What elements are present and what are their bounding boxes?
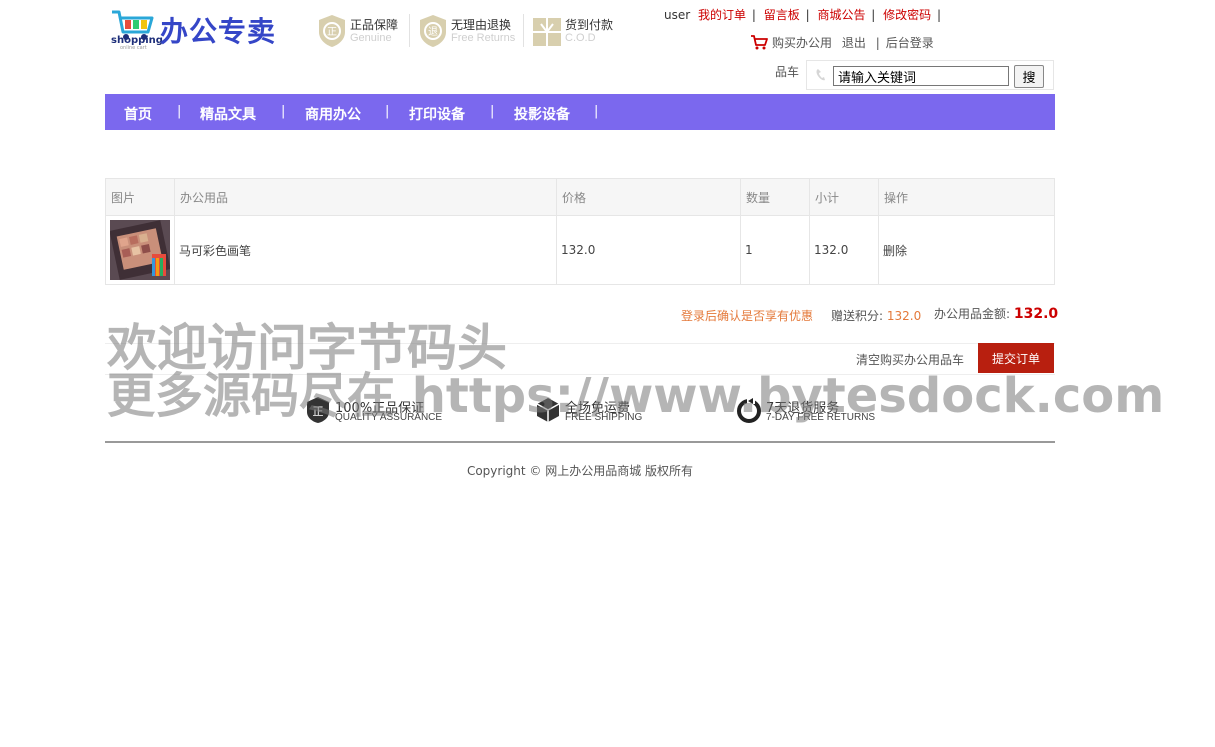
phone-icon: [816, 69, 825, 81]
link-separator: |: [875, 36, 880, 50]
copyright-text: Copyright © 网上办公用品商城 版权所有: [466, 464, 694, 478]
guarantee-subtitle: Free Returns: [451, 32, 516, 44]
product-quantity: 1: [740, 215, 810, 285]
search-input[interactable]: [833, 66, 1009, 86]
guarantee-genuine: 正 正品保障 Genuine: [317, 14, 407, 48]
cart-line: 购买办公用 退出 | 后台登录: [750, 34, 934, 51]
service-quality: 正 100%正品保证 QUALITY ASSURANCE: [305, 396, 455, 424]
guarantee-cod: 货到付款 C.O.D: [532, 14, 622, 48]
cod-badge-icon: [533, 18, 561, 46]
link-separator: |: [871, 8, 876, 22]
clear-cart-link[interactable]: 清空购买办公用品车: [856, 351, 964, 368]
table-row: 马可彩色画笔 132.0 1 132.0 删除: [105, 215, 1055, 285]
points-value: 132.0: [886, 309, 922, 323]
link-separator: |: [937, 8, 942, 22]
product-image-cell: [105, 215, 175, 285]
col-header-item: 办公用品: [174, 178, 557, 216]
cart-link[interactable]: 购买办公用: [772, 36, 832, 50]
main-nav: 首页 | 精品文具 | 商用办公 | 打印设备 | 投影设备 |: [105, 94, 1055, 130]
cart-table: 图片 办公用品 价格 数量 小计 操作 马可彩色画笔 132.0 1 132.0…: [105, 178, 1055, 285]
login-hint-text[interactable]: 登录后确认是否享有优惠: [681, 309, 813, 323]
total-label: 办公用品金额:: [934, 307, 1011, 321]
top-links: user 我的订单 | 留言板 | 商城公告 | 修改密码 |: [664, 6, 945, 23]
message-board-link[interactable]: 留言板: [764, 8, 800, 22]
cart-icon: [751, 35, 768, 50]
nav-separator: |: [594, 104, 599, 119]
login-discount-hint[interactable]: 登录后确认是否享有优惠: [681, 307, 813, 324]
guarantee-subtitle: Genuine: [350, 32, 392, 44]
user-name: user: [664, 8, 691, 22]
service-returns: 7天退货服务 7-DAY FREE RETURNS: [736, 396, 886, 424]
points-info: 赠送积分: 132.0: [831, 307, 921, 324]
link-separator: |: [805, 8, 810, 22]
nav-item-projectors[interactable]: 投影设备: [514, 104, 570, 124]
site-title[interactable]: 办公专卖: [160, 10, 276, 50]
col-header-action: 操作: [878, 178, 1055, 216]
shipping-icon: [536, 398, 560, 422]
nav-item-stationery[interactable]: 精品文具: [200, 104, 256, 124]
guarantee-title: 货到付款: [565, 18, 614, 32]
col-header-quantity: 数量: [740, 178, 810, 216]
nav-separator: |: [385, 104, 390, 119]
svg-text:退: 退: [428, 26, 438, 38]
service-subtitle: QUALITY ASSURANCE: [335, 412, 443, 423]
logout-link[interactable]: 退出: [842, 36, 866, 50]
svg-text:正: 正: [327, 27, 337, 38]
returns-icon: [737, 398, 761, 423]
change-password-link[interactable]: 修改密码: [883, 8, 931, 22]
nav-separator: |: [490, 104, 495, 119]
guarantee-title: 正品保障: [350, 18, 399, 32]
cart-label-tail: 品车: [775, 65, 800, 79]
divider: [523, 14, 524, 47]
nav-item-home[interactable]: 首页: [124, 104, 152, 124]
link-separator: |: [751, 8, 756, 22]
service-subtitle: FREE SHIPPING: [565, 412, 643, 423]
divider: [409, 14, 410, 47]
nav-separator: |: [281, 104, 286, 119]
admin-login-link[interactable]: 后台登录: [886, 36, 934, 50]
guarantee-title: 无理由退换: [451, 18, 512, 32]
quality-icon: 正: [307, 397, 329, 423]
product-name[interactable]: 马可彩色画笔: [174, 215, 557, 285]
service-subtitle: 7-DAY FREE RETURNS: [766, 412, 876, 423]
announcements-link[interactable]: 商城公告: [817, 8, 865, 22]
service-shipping: 全场免运费 FREE SHIPPING: [535, 396, 665, 424]
nav-item-printers[interactable]: 打印设备: [409, 104, 465, 124]
col-header-subtotal: 小计: [809, 178, 879, 216]
footer-divider: [105, 441, 1055, 443]
nav-item-office[interactable]: 商用办公: [305, 104, 361, 124]
logo-subtext: online cart: [120, 45, 147, 51]
svg-text:正: 正: [313, 405, 324, 418]
free-returns-badge-icon: 退: [420, 15, 446, 47]
search-button[interactable]: 搜: [1014, 65, 1044, 88]
points-label: 赠送积分:: [831, 309, 884, 323]
genuine-badge-icon: 正: [319, 15, 345, 47]
nav-separator: |: [177, 104, 182, 119]
my-orders-link[interactable]: 我的订单: [698, 8, 746, 22]
product-thumbnail[interactable]: [110, 220, 170, 280]
delete-link[interactable]: 删除: [878, 215, 1055, 285]
guarantee-free-returns: 退 无理由退换 Free Returns: [418, 14, 518, 48]
product-price: 132.0: [556, 215, 741, 285]
guarantee-subtitle: C.O.D: [565, 32, 596, 44]
total-value: 132.0: [1013, 306, 1059, 322]
col-header-image: 图片: [105, 178, 175, 216]
submit-order-button[interactable]: 提交订单: [978, 343, 1054, 373]
col-header-price: 价格: [556, 178, 741, 216]
product-subtotal: 132.0: [809, 215, 879, 285]
total-info: 办公用品金额: 132.0: [934, 305, 1058, 322]
table-header-row: 图片 办公用品 价格 数量 小计 操作: [105, 178, 1055, 216]
